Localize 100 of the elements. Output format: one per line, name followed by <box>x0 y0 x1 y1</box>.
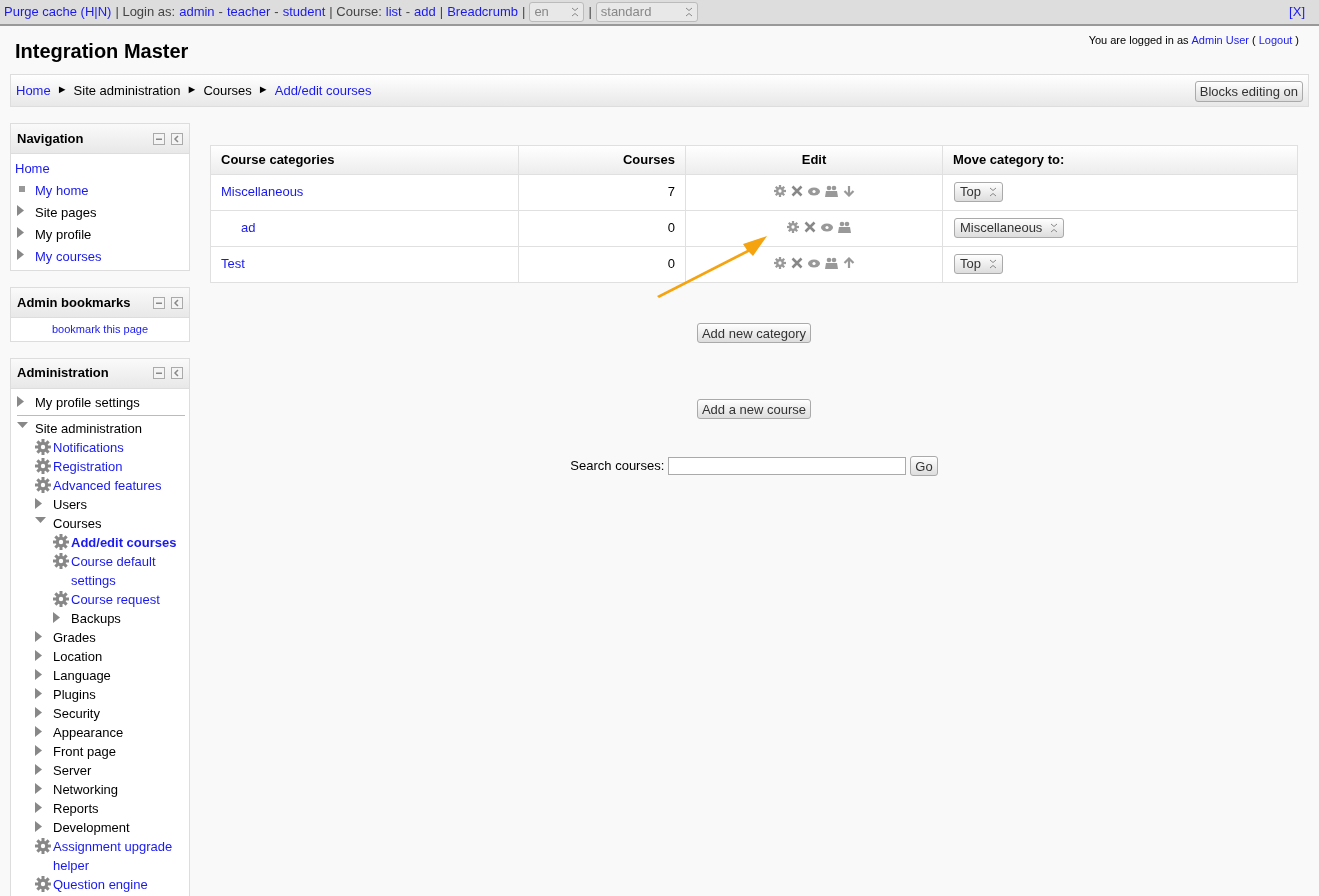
gear-icon <box>35 837 51 854</box>
people-icon[interactable] <box>824 185 838 197</box>
top-text: | Login as: <box>115 3 176 22</box>
course-count: 0 <box>518 210 686 247</box>
tree-item[interactable]: Development <box>53 817 130 837</box>
delete-icon[interactable] <box>804 221 816 233</box>
top-link[interactable]: add <box>414 2 436 22</box>
delete-icon[interactable] <box>790 257 803 269</box>
tree-item[interactable]: Reports <box>53 798 99 818</box>
block-title: Navigation <box>17 129 84 148</box>
path-link[interactable]: Add/edit courses <box>274 81 372 101</box>
tree-item[interactable]: Language <box>53 665 111 685</box>
action-button[interactable]: Add new category <box>696 323 812 343</box>
breadcrumb-separator: ► <box>257 82 269 97</box>
minimize-icon[interactable] <box>153 132 165 145</box>
go-button[interactable]: Go <box>910 456 938 476</box>
action-button[interactable]: Add a new course <box>696 399 812 419</box>
course-count: 7 <box>518 174 686 211</box>
breadcrumb-text: Courses <box>203 82 252 100</box>
site-title: Integration Master <box>15 39 189 64</box>
top-text: | <box>522 3 526 22</box>
dock-icon[interactable] <box>171 367 183 379</box>
tree-item[interactable]: Backups <box>71 608 121 628</box>
tree-item[interactable]: Users <box>53 494 87 514</box>
tree-link[interactable]: Question engine <box>53 874 148 894</box>
tree-link[interactable]: Advanced features <box>53 475 162 495</box>
login-text: ( <box>1252 33 1256 46</box>
gear-icon <box>35 457 51 474</box>
top-text: - <box>274 3 279 22</box>
gear-icon <box>35 476 51 493</box>
eye-icon[interactable] <box>807 186 820 196</box>
gear-icon[interactable] <box>773 257 786 269</box>
tree-link[interactable]: Add/edit courses <box>71 532 177 552</box>
gear-icon <box>53 590 69 607</box>
tree-link[interactable]: Course default settings <box>71 551 185 590</box>
tree-item[interactable]: Site administration <box>35 418 142 438</box>
column-header: Move category to: <box>942 145 1298 175</box>
tree-link[interactable]: Home <box>15 158 50 180</box>
tree-link[interactable]: Registration <box>53 456 123 476</box>
minimize-icon[interactable] <box>153 296 165 309</box>
user-link[interactable]: Logout <box>1258 32 1293 46</box>
tree-item[interactable]: Location <box>53 646 103 666</box>
block-title: Admin bookmarks <box>17 293 131 312</box>
path-link[interactable]: Home <box>16 81 51 101</box>
column-header: Courses <box>518 145 686 175</box>
tree-link[interactable]: My courses <box>35 246 102 268</box>
people-icon[interactable] <box>838 221 851 233</box>
up-arrow-icon[interactable] <box>842 257 855 269</box>
tree-item[interactable]: Site pages <box>35 202 97 224</box>
tree-item[interactable]: Appearance <box>53 722 124 742</box>
login-text: You are logged in as <box>1088 33 1189 46</box>
gear-icon[interactable] <box>787 221 799 233</box>
tree-item[interactable]: Server <box>53 760 92 780</box>
dock-icon[interactable] <box>171 296 183 309</box>
tree-item[interactable]: My profile <box>35 224 92 246</box>
bullet-icon <box>19 186 25 192</box>
eye-icon[interactable] <box>821 222 833 232</box>
tree-item[interactable]: Courses <box>53 513 102 533</box>
top-text: | Course: <box>329 3 382 22</box>
tree-link[interactable]: Assignment upgrade helper <box>53 836 185 875</box>
top-link[interactable]: Breadcrumb <box>447 2 518 22</box>
tree-item[interactable]: My profile settings <box>35 392 140 412</box>
down-arrow-icon[interactable] <box>842 185 855 197</box>
top-link[interactable]: student <box>282 2 326 22</box>
tree-item[interactable]: Grades <box>53 627 96 647</box>
category-link[interactable]: Test <box>221 256 245 271</box>
category-link[interactable]: ad <box>241 220 256 235</box>
tree-item[interactable]: Plugins <box>53 684 96 704</box>
tree-item[interactable]: Networking <box>53 779 119 799</box>
gear-icon[interactable] <box>773 185 786 197</box>
tree-link[interactable]: Notifications <box>53 437 124 457</box>
dropdown-caret-icon <box>988 187 997 197</box>
delete-icon[interactable] <box>790 185 803 197</box>
bookmark-link[interactable]: bookmark this page <box>52 323 148 335</box>
dropdown-caret-icon <box>988 259 997 269</box>
top-link[interactable]: list <box>385 2 402 22</box>
move-dropdown[interactable]: Top <box>954 182 1003 202</box>
people-icon[interactable] <box>824 257 838 269</box>
gear-icon <box>53 552 69 569</box>
top-link[interactable]: teacher <box>226 2 271 22</box>
gear-icon <box>35 875 51 892</box>
tree-link[interactable]: My home <box>35 180 89 202</box>
breadcrumb-separator: ► <box>56 82 68 97</box>
tree-link[interactable]: Course request <box>71 589 160 609</box>
top-link[interactable]: admin <box>179 2 215 22</box>
close-link[interactable]: [X] <box>1289 2 1305 22</box>
dock-icon[interactable] <box>171 132 183 145</box>
move-dropdown[interactable]: Miscellaneous <box>954 218 1065 238</box>
user-link[interactable]: Admin User <box>1191 32 1249 46</box>
top-link[interactable]: Purge cache (H|N) <box>4 2 112 22</box>
category-link[interactable]: Miscellaneous <box>221 184 304 199</box>
login-text: ) <box>1295 33 1299 46</box>
tree-item[interactable]: Front page <box>53 741 116 761</box>
dropdown-caret-icon <box>571 7 580 17</box>
move-dropdown[interactable]: Top <box>954 254 1003 274</box>
tree-item[interactable]: Security <box>53 703 100 723</box>
search-field[interactable] <box>668 457 907 475</box>
blocks-editing-button[interactable]: Blocks editing on <box>1194 81 1303 102</box>
eye-icon[interactable] <box>807 258 820 268</box>
minimize-icon[interactable] <box>153 367 165 379</box>
